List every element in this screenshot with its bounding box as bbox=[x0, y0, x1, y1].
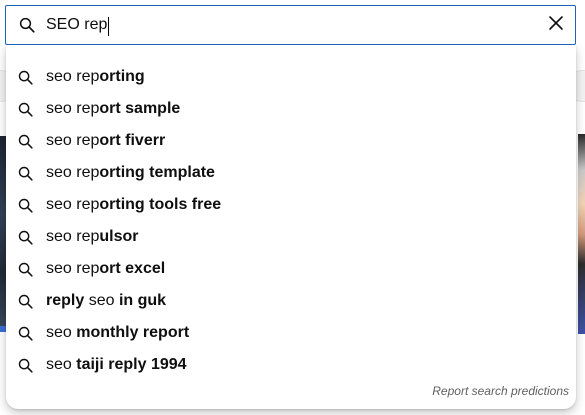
search-suggestions-dropdown: seo reporting seo report sample seo report… bbox=[6, 45, 576, 409]
report-search-predictions-link[interactable]: Report search predictions bbox=[432, 384, 569, 398]
suggestion-text: seo report sample bbox=[46, 100, 181, 117]
clear-search-button[interactable] bbox=[543, 12, 569, 38]
search-icon bbox=[17, 293, 34, 310]
search-box[interactable] bbox=[5, 5, 576, 45]
search-icon bbox=[17, 165, 34, 182]
suggestion-text: seo reporting tools free bbox=[46, 196, 222, 213]
search-icon bbox=[17, 261, 34, 278]
suggestion-text: seo reporting template bbox=[46, 164, 215, 181]
suggestion-item[interactable]: seo reporting template bbox=[6, 157, 576, 189]
suggestion-text: seo taiji reply 1994 bbox=[46, 356, 187, 373]
search-icon bbox=[17, 133, 34, 150]
suggestion-text: reply seo in guk bbox=[46, 292, 167, 309]
suggestion-item[interactable]: seo reporting tools free bbox=[6, 189, 576, 221]
suggestion-item[interactable]: seo monthly report bbox=[6, 317, 576, 349]
suggestion-text: seo repulsor bbox=[46, 228, 139, 245]
suggestion-item[interactable]: seo repulsor bbox=[6, 221, 576, 253]
suggestion-item[interactable]: seo report sample bbox=[6, 93, 576, 125]
search-icon bbox=[17, 101, 34, 118]
suggestion-item[interactable]: seo report excel bbox=[6, 253, 576, 285]
search-icon bbox=[17, 357, 34, 374]
close-icon bbox=[548, 15, 564, 36]
search-icon bbox=[17, 69, 34, 86]
text-caret bbox=[108, 17, 109, 36]
suggestion-text: seo report excel bbox=[46, 260, 166, 277]
search-icon bbox=[17, 325, 34, 342]
suggestion-item[interactable]: seo report fiverr bbox=[6, 125, 576, 157]
search-icon bbox=[17, 229, 34, 246]
video-thumbnail-right[interactable] bbox=[578, 134, 585, 334]
suggestion-item[interactable]: seo taiji reply 1994 bbox=[6, 349, 576, 381]
suggestion-text: seo report fiverr bbox=[46, 132, 166, 149]
suggestion-item[interactable]: reply seo in guk bbox=[6, 285, 576, 317]
search-icon bbox=[18, 16, 36, 34]
search-input[interactable] bbox=[46, 13, 526, 37]
search-icon bbox=[17, 197, 34, 214]
suggestion-text: seo monthly report bbox=[46, 324, 190, 341]
suggestion-text: seo reporting bbox=[46, 68, 145, 85]
suggestion-item[interactable]: seo reporting bbox=[6, 61, 576, 93]
